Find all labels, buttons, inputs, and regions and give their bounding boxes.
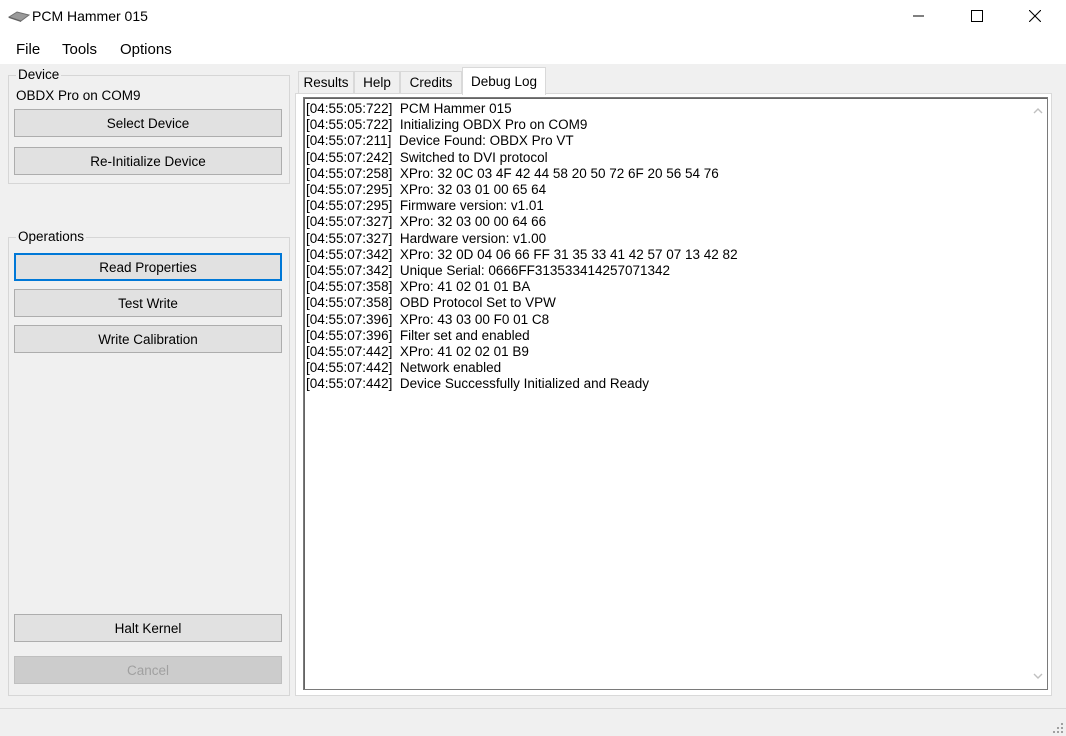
menu-options[interactable]: Options [120, 41, 172, 58]
log-scrollbar[interactable] [1029, 99, 1046, 688]
tab-help-label: Help [363, 75, 391, 90]
halt-kernel-button[interactable]: Halt Kernel [14, 614, 282, 642]
tab-help[interactable]: Help [354, 71, 400, 93]
log-line: [04:55:07:342] Unique Serial: 0666FF3135… [306, 263, 671, 279]
maximize-button[interactable] [948, 0, 1006, 32]
write-calibration-label: Write Calibration [98, 331, 198, 347]
maximize-icon [971, 10, 983, 22]
test-write-button[interactable]: Test Write [14, 289, 282, 317]
halt-kernel-label: Halt Kernel [114, 620, 182, 636]
tab-results-label: Results [303, 75, 349, 90]
scroll-up-icon[interactable] [1033, 107, 1043, 115]
tab-credits[interactable]: Credits [400, 71, 462, 93]
log-line: [04:55:07:342] XPro: 32 0D 04 06 66 FF 3… [306, 246, 738, 262]
log-line: [04:55:07:295] XPro: 32 03 01 00 65 64 [306, 182, 547, 198]
write-calibration-button[interactable]: Write Calibration [14, 325, 282, 353]
operations-group-title: Operations [16, 229, 87, 244]
menu-bar: File Tools Options [0, 34, 1066, 64]
close-button[interactable] [1006, 0, 1064, 32]
tab-debug-log[interactable]: Debug Log [462, 67, 546, 95]
log-line: [04:55:07:211] Device Found: OBDX Pro VT [306, 133, 574, 149]
minimize-button[interactable] [890, 0, 948, 32]
menu-file[interactable]: File [16, 41, 40, 58]
title-bar: PCM Hammer 015 [0, 0, 1066, 34]
log-line: [04:55:07:442] XPro: 41 02 02 01 B9 [306, 344, 529, 360]
select-device-button[interactable]: Select Device [14, 109, 282, 137]
close-icon [1029, 10, 1041, 22]
read-properties-button[interactable]: Read Properties [14, 253, 282, 281]
log-line: [04:55:07:327] Hardware version: v1.00 [306, 230, 547, 246]
log-line: [04:55:07:258] XPro: 32 0C 03 4F 42 44 5… [306, 165, 719, 181]
read-properties-label: Read Properties [99, 259, 197, 275]
tab-credits-label: Credits [409, 75, 453, 90]
reinitialize-device-button[interactable]: Re-Initialize Device [14, 147, 282, 175]
menu-tools[interactable]: Tools [62, 41, 97, 58]
tab-results[interactable]: Results [298, 71, 354, 93]
app-icon [7, 10, 31, 22]
log-lines: [04:55:05:722] PCM Hammer 015 [04:55:05:7… [306, 101, 1026, 393]
debug-log-textbox[interactable]: [04:55:05:722] PCM Hammer 015 [04:55:05:7… [303, 97, 1048, 690]
window-title: PCM Hammer 015 [32, 8, 148, 24]
device-group-title: Device [16, 67, 62, 82]
reinitialize-device-label: Re-Initialize Device [90, 153, 206, 169]
select-device-label: Select Device [106, 115, 190, 131]
log-line: [04:55:05:722] PCM Hammer 015 [306, 101, 512, 116]
log-line: [04:55:07:295] Firmware version: v1.01 [306, 198, 544, 214]
log-line: [04:55:05:722] Initializing OBDX Pro on … [306, 117, 588, 133]
minimize-icon [913, 15, 924, 17]
status-bar [0, 708, 1066, 736]
log-line: [04:55:07:442] Network enabled [306, 360, 502, 376]
log-line: [04:55:07:442] Device Successfully Initi… [306, 376, 649, 392]
log-line: [04:55:07:242] Switched to DVI protocol [306, 149, 548, 165]
device-status: OBDX Pro on COM9 [16, 88, 141, 103]
test-write-label: Test Write [118, 295, 178, 311]
cancel-label: Cancel [126, 662, 170, 678]
tab-debug-log-label: Debug Log [470, 74, 538, 89]
log-line: [04:55:07:358] XPro: 41 02 01 01 BA [306, 279, 531, 295]
size-grip-icon[interactable] [1050, 720, 1064, 734]
log-line: [04:55:07:396] Filter set and enabled [306, 327, 530, 343]
log-line: [04:55:07:396] XPro: 43 03 00 F0 01 C8 [306, 311, 550, 327]
log-line: [04:55:07:327] XPro: 32 03 00 00 64 66 [306, 214, 547, 230]
cancel-button[interactable]: Cancel [14, 656, 282, 684]
log-line: [04:55:07:358] OBD Protocol Set to VPW [306, 295, 556, 311]
scroll-down-icon[interactable] [1033, 672, 1043, 680]
